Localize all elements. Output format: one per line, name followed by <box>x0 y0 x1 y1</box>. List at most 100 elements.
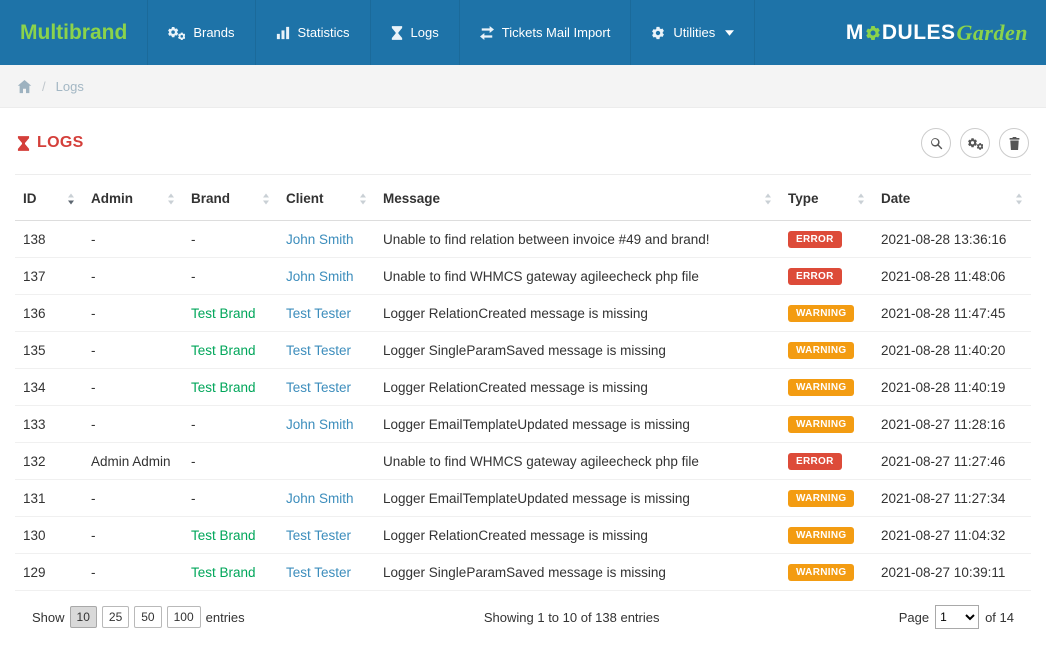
cell-brand: - <box>183 221 278 258</box>
status-badge: WARNING <box>788 305 854 322</box>
nav-item-brands[interactable]: Brands <box>147 0 254 65</box>
cell-message: Unable to find WHMCS gateway agileecheck… <box>375 443 780 480</box>
nav-item-statistics[interactable]: Statistics <box>255 0 370 65</box>
status-badge: ERROR <box>788 453 842 470</box>
search-button[interactable] <box>921 128 951 158</box>
table-row: 134-Test BrandTest TesterLogger Relation… <box>15 369 1031 406</box>
table-row: 130-Test BrandTest TesterLogger Relation… <box>15 517 1031 554</box>
entries-summary: Showing 1 to 10 of 138 entries <box>484 610 660 625</box>
client-link[interactable]: Test Tester <box>286 565 351 580</box>
cell-date: 2021-08-28 11:40:20 <box>873 332 1031 369</box>
cell-admin: - <box>83 295 183 332</box>
main-nav: Brands Statistics Logs Tickets Mail Impo… <box>147 0 755 65</box>
status-badge: WARNING <box>788 342 854 359</box>
nav-item-tickets-mail-import[interactable]: Tickets Mail Import <box>459 0 631 65</box>
column-header-brand[interactable]: Brand <box>183 177 278 221</box>
bar-chart-icon <box>276 26 290 40</box>
page-size-button[interactable]: 10 <box>70 606 97 628</box>
page-select[interactable]: 1 <box>935 605 979 629</box>
cell-date: 2021-08-27 11:28:16 <box>873 406 1031 443</box>
client-link[interactable]: John Smith <box>286 232 354 247</box>
cell-admin: - <box>83 406 183 443</box>
cell-id: 136 <box>15 295 83 332</box>
table-row: 136-Test Brand Test Tester Logger Relation… <box>15 295 1031 332</box>
nav-item-label: Brands <box>193 25 234 40</box>
cell-message: Logger RelationCreated message is missin… <box>375 295 780 332</box>
hourglass-icon <box>391 26 403 40</box>
page-size-button[interactable]: 25 <box>102 606 129 628</box>
cell-id: 133 <box>15 406 83 443</box>
client-link[interactable]: Test Tester <box>286 343 351 358</box>
brand-link[interactable]: Test Brand <box>191 343 256 358</box>
cell-type: WARNING <box>780 332 873 369</box>
cell-client: Test Tester <box>278 295 375 332</box>
breadcrumb: / Logs <box>0 65 1046 108</box>
nav-item-utilities[interactable]: Utilities <box>630 0 755 65</box>
page-size-button[interactable]: 50 <box>134 606 161 628</box>
client-link[interactable]: John Smith <box>286 417 354 432</box>
page-label: Page <box>899 610 929 625</box>
cell-date: 2021-08-28 11:48:06 <box>873 258 1031 295</box>
client-link[interactable]: Test Tester <box>286 380 351 395</box>
cell-message: Logger SingleParamSaved message is missi… <box>375 554 780 591</box>
page-size-button[interactable]: 100 <box>167 606 201 628</box>
cell-type: WARNING <box>780 517 873 554</box>
cell-type: WARNING <box>780 295 873 332</box>
cell-admin: - <box>83 332 183 369</box>
status-badge: WARNING <box>788 564 854 581</box>
column-header-admin[interactable]: Admin <box>83 177 183 221</box>
brand-link[interactable]: Test Brand <box>191 565 256 580</box>
status-badge: ERROR <box>788 268 842 285</box>
cell-type: ERROR <box>780 258 873 295</box>
nav-item-logs[interactable]: Logs <box>370 0 459 65</box>
column-header-client[interactable]: Client <box>278 177 375 221</box>
client-link[interactable]: Test Tester <box>286 306 351 321</box>
brand-link[interactable]: Test Brand <box>191 380 256 395</box>
cell-type: WARNING <box>780 369 873 406</box>
column-header-message[interactable]: Message <box>375 177 780 221</box>
settings-button[interactable] <box>960 128 990 158</box>
gear-icon <box>651 26 665 40</box>
column-label: Admin <box>91 191 133 206</box>
status-badge: WARNING <box>788 416 854 433</box>
cell-brand: Test Brand <box>183 554 278 591</box>
delete-button[interactable] <box>999 128 1029 158</box>
column-header-id[interactable]: ID <box>15 177 83 221</box>
cell-client: Test Tester <box>278 517 375 554</box>
status-badge: WARNING <box>788 527 854 544</box>
cell-id: 129 <box>15 554 83 591</box>
cell-message: Logger RelationCreated message is missin… <box>375 517 780 554</box>
status-badge: ERROR <box>788 231 842 248</box>
logo-text: M <box>846 21 864 45</box>
table-row: 137--John SmithUnable to find WHMCS gate… <box>15 258 1031 295</box>
column-label: ID <box>23 191 37 206</box>
client-link[interactable]: John Smith <box>286 491 354 506</box>
cogs-icon <box>168 26 185 40</box>
cell-message: Logger EmailTemplateUpdated message is m… <box>375 406 780 443</box>
column-label: Brand <box>191 191 230 206</box>
nav-item-label: Statistics <box>298 25 350 40</box>
home-icon[interactable] <box>17 79 32 94</box>
brand-link[interactable]: Test Brand <box>191 528 256 543</box>
status-badge: WARNING <box>788 379 854 396</box>
cell-type: WARNING <box>780 554 873 591</box>
page-title-text: LOGS <box>37 134 84 152</box>
table-footer: Show 10 25 50 100 entries Showing 1 to 1… <box>15 591 1031 629</box>
cell-message: Logger SingleParamSaved message is missi… <box>375 332 780 369</box>
app-brand[interactable]: Multibrand <box>0 0 147 65</box>
client-link[interactable]: Test Tester <box>286 528 351 543</box>
client-link[interactable]: John Smith <box>286 269 354 284</box>
column-label: Date <box>881 191 910 206</box>
sort-icon <box>359 193 367 205</box>
column-header-type[interactable]: Type <box>780 177 873 221</box>
column-header-date[interactable]: Date <box>873 177 1031 221</box>
cell-client: John Smith <box>278 480 375 517</box>
cell-id: 130 <box>15 517 83 554</box>
cell-type: ERROR <box>780 221 873 258</box>
brand-link[interactable]: Test Brand <box>191 306 256 321</box>
cell-message: Logger EmailTemplateUpdated message is m… <box>375 480 780 517</box>
column-label: Client <box>286 191 324 206</box>
hourglass-icon <box>17 136 30 151</box>
cell-admin: - <box>83 554 183 591</box>
sort-icon <box>167 193 175 205</box>
